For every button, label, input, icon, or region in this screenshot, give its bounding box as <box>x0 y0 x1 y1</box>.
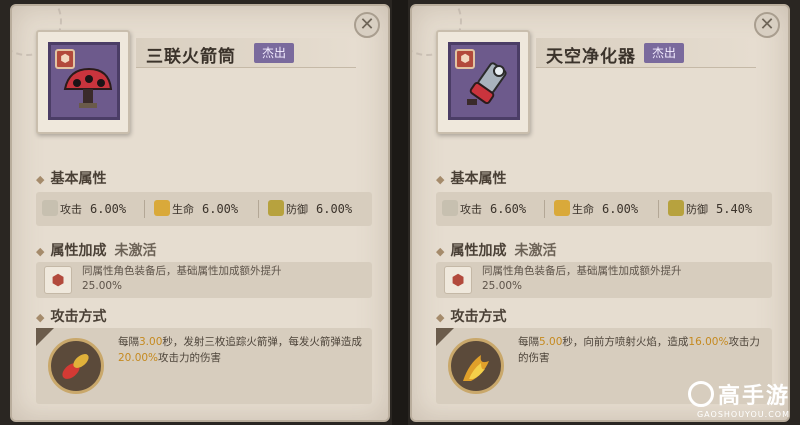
item-card: ⬢ <box>36 30 130 134</box>
item-name: 三联火箭筒 <box>146 47 236 67</box>
section-title: 攻击方式 <box>50 309 107 325</box>
stat-defense: 防御 6.00% <box>268 198 352 220</box>
item-title-bar: 三联火箭筒 杰出 <box>136 38 356 68</box>
close-button[interactable]: ✕ <box>754 12 780 38</box>
section-attack-method: ◆ 攻击方式 <box>36 306 106 326</box>
diamond-bullet-icon: ◆ <box>436 245 445 258</box>
bonus-status: 未激活 <box>514 243 557 259</box>
bonus-description: ⬢ 同属性角色装备后，基础属性加成额外提升 25.00% <box>436 262 772 298</box>
flamethrower-icon <box>467 62 507 105</box>
attack-interval: 3.00 <box>139 336 163 348</box>
stat-label: 防御 <box>686 203 708 216</box>
rocket-launcher-icon <box>63 67 113 108</box>
stat-attack: 攻击 6.60% <box>442 198 526 220</box>
diamond-bullet-icon: ◆ <box>436 311 445 324</box>
g-logo-icon <box>687 381 714 407</box>
section-title: 属性加成 <box>50 243 107 259</box>
text-fragment: 秒，向前方喷射火焰，造成 <box>562 336 689 348</box>
divider <box>258 200 259 218</box>
text-fragment: 攻击力的伤害 <box>158 352 222 364</box>
item-name: 天空净化器 <box>546 47 636 67</box>
stat-label: 防御 <box>286 203 308 216</box>
section-title: 攻击方式 <box>450 309 507 325</box>
bonus-description: ⬢ 同属性角色装备后，基础属性加成额外提升 25.00% <box>36 262 372 298</box>
divider <box>658 200 659 218</box>
hexagon-emblem-icon: ⬢ <box>444 266 472 294</box>
section-title: 基本属性 <box>50 171 107 187</box>
life-icon <box>154 200 170 216</box>
defense-icon <box>268 200 284 216</box>
stat-life: 生命 6.00% <box>154 198 238 220</box>
life-icon <box>554 200 570 216</box>
divider <box>144 200 145 218</box>
stat-attack: 攻击 6.00% <box>42 198 126 220</box>
section-attribute-bonus: ◆ 属性加成 未激活 <box>436 240 556 260</box>
section-title: 基本属性 <box>450 171 507 187</box>
rocket-attack-icon <box>48 338 104 394</box>
watermark-name: 高手游 <box>717 384 790 409</box>
close-button[interactable]: ✕ <box>354 12 380 38</box>
bonus-text: 同属性角色装备后，基础属性加成额外提升 25.00% <box>82 264 362 294</box>
bonus-line: 同属性角色装备后，基础属性加成额外提升 <box>82 265 282 277</box>
stat-life: 生命 6.00% <box>554 198 638 220</box>
item-title-bar: 天空净化器 杰出 <box>536 38 756 68</box>
text-fragment: 秒，发射三枚追踪火箭弹，每发火箭弹造成 <box>162 336 362 348</box>
stat-label: 攻击 <box>460 203 482 216</box>
divider <box>544 200 545 218</box>
diamond-bullet-icon: ◆ <box>36 245 45 258</box>
stat-label: 攻击 <box>60 203 82 216</box>
attack-icon <box>442 200 458 216</box>
section-basic-attributes: ◆ 基本属性 <box>36 168 106 188</box>
stat-label: 生命 <box>572 203 594 216</box>
stat-row: 攻击 6.60% 生命 6.00% 防御 5.40% <box>436 192 772 226</box>
diamond-bullet-icon: ◆ <box>36 173 45 186</box>
attack-interval: 5.00 <box>539 336 563 348</box>
section-attribute-bonus: ◆ 属性加成 未激活 <box>36 240 156 260</box>
stat-value: 6.00% <box>90 202 127 216</box>
attack-text: 每隔3.00秒，发射三枚追踪火箭弹，每发火箭弹造成20.00%攻击力的伤害 <box>118 334 368 366</box>
quality-badge: 杰出 <box>254 43 295 63</box>
item-card: ⬢ <box>436 30 530 134</box>
quality-badge: 杰出 <box>644 43 685 63</box>
attack-percent: 20.00% <box>118 352 159 364</box>
stat-value: 6.00% <box>316 202 353 216</box>
item-detail-panel-right: ✕ ⬢ 天空净化器 杰出 ◆ 基本属性 攻击 6.60% 生命 6.00% 防御 5.4… <box>410 4 790 422</box>
stat-value: 6.60% <box>490 202 527 216</box>
watermark-url: GAOSHOUYOU.COM <box>696 410 790 419</box>
stat-value: 6.00% <box>602 202 639 216</box>
stat-label: 生命 <box>172 203 194 216</box>
attack-description: 每隔3.00秒，发射三枚追踪火箭弹，每发火箭弹造成20.00%攻击力的伤害 <box>36 328 372 404</box>
diamond-bullet-icon: ◆ <box>36 311 45 324</box>
flame-attack-icon <box>448 338 504 394</box>
stat-value: 6.00% <box>202 202 239 216</box>
item-portrait: ⬢ <box>48 42 120 120</box>
bonus-value: 25.00% <box>482 280 523 292</box>
text-fragment: 每隔 <box>118 336 139 348</box>
stat-row: 攻击 6.00% 生命 6.00% 防御 6.00% <box>36 192 372 226</box>
watermark-logo: 高手游 GAOSHOUYOU.COM <box>687 378 790 419</box>
item-detail-panel-left: ✕ ⬢ 三联火箭筒 杰出 ◆ 基本属性 攻击 6.00% 生命 6.00% 防御… <box>10 4 390 422</box>
defense-icon <box>668 200 684 216</box>
section-basic-attributes: ◆ 基本属性 <box>436 168 506 188</box>
bonus-status: 未激活 <box>114 243 157 259</box>
text-fragment: 每隔 <box>518 336 539 348</box>
bonus-text: 同属性角色装备后，基础属性加成额外提升 25.00% <box>482 264 762 294</box>
item-portrait: ⬢ <box>448 42 520 120</box>
attack-text: 每隔5.00秒，向前方喷射火焰，造成16.00%攻击力的伤害 <box>518 334 768 366</box>
hexagon-emblem-icon: ⬢ <box>44 266 72 294</box>
bonus-line: 同属性角色装备后，基础属性加成额外提升 <box>482 265 682 277</box>
section-title: 属性加成 <box>450 243 507 259</box>
stat-value: 5.40% <box>716 202 753 216</box>
attack-icon <box>42 200 58 216</box>
stat-defense: 防御 5.40% <box>668 198 752 220</box>
diamond-bullet-icon: ◆ <box>436 173 445 186</box>
attack-percent: 16.00% <box>688 336 729 348</box>
section-attack-method: ◆ 攻击方式 <box>436 306 506 326</box>
background-divider <box>392 0 408 425</box>
bonus-value: 25.00% <box>82 280 123 292</box>
